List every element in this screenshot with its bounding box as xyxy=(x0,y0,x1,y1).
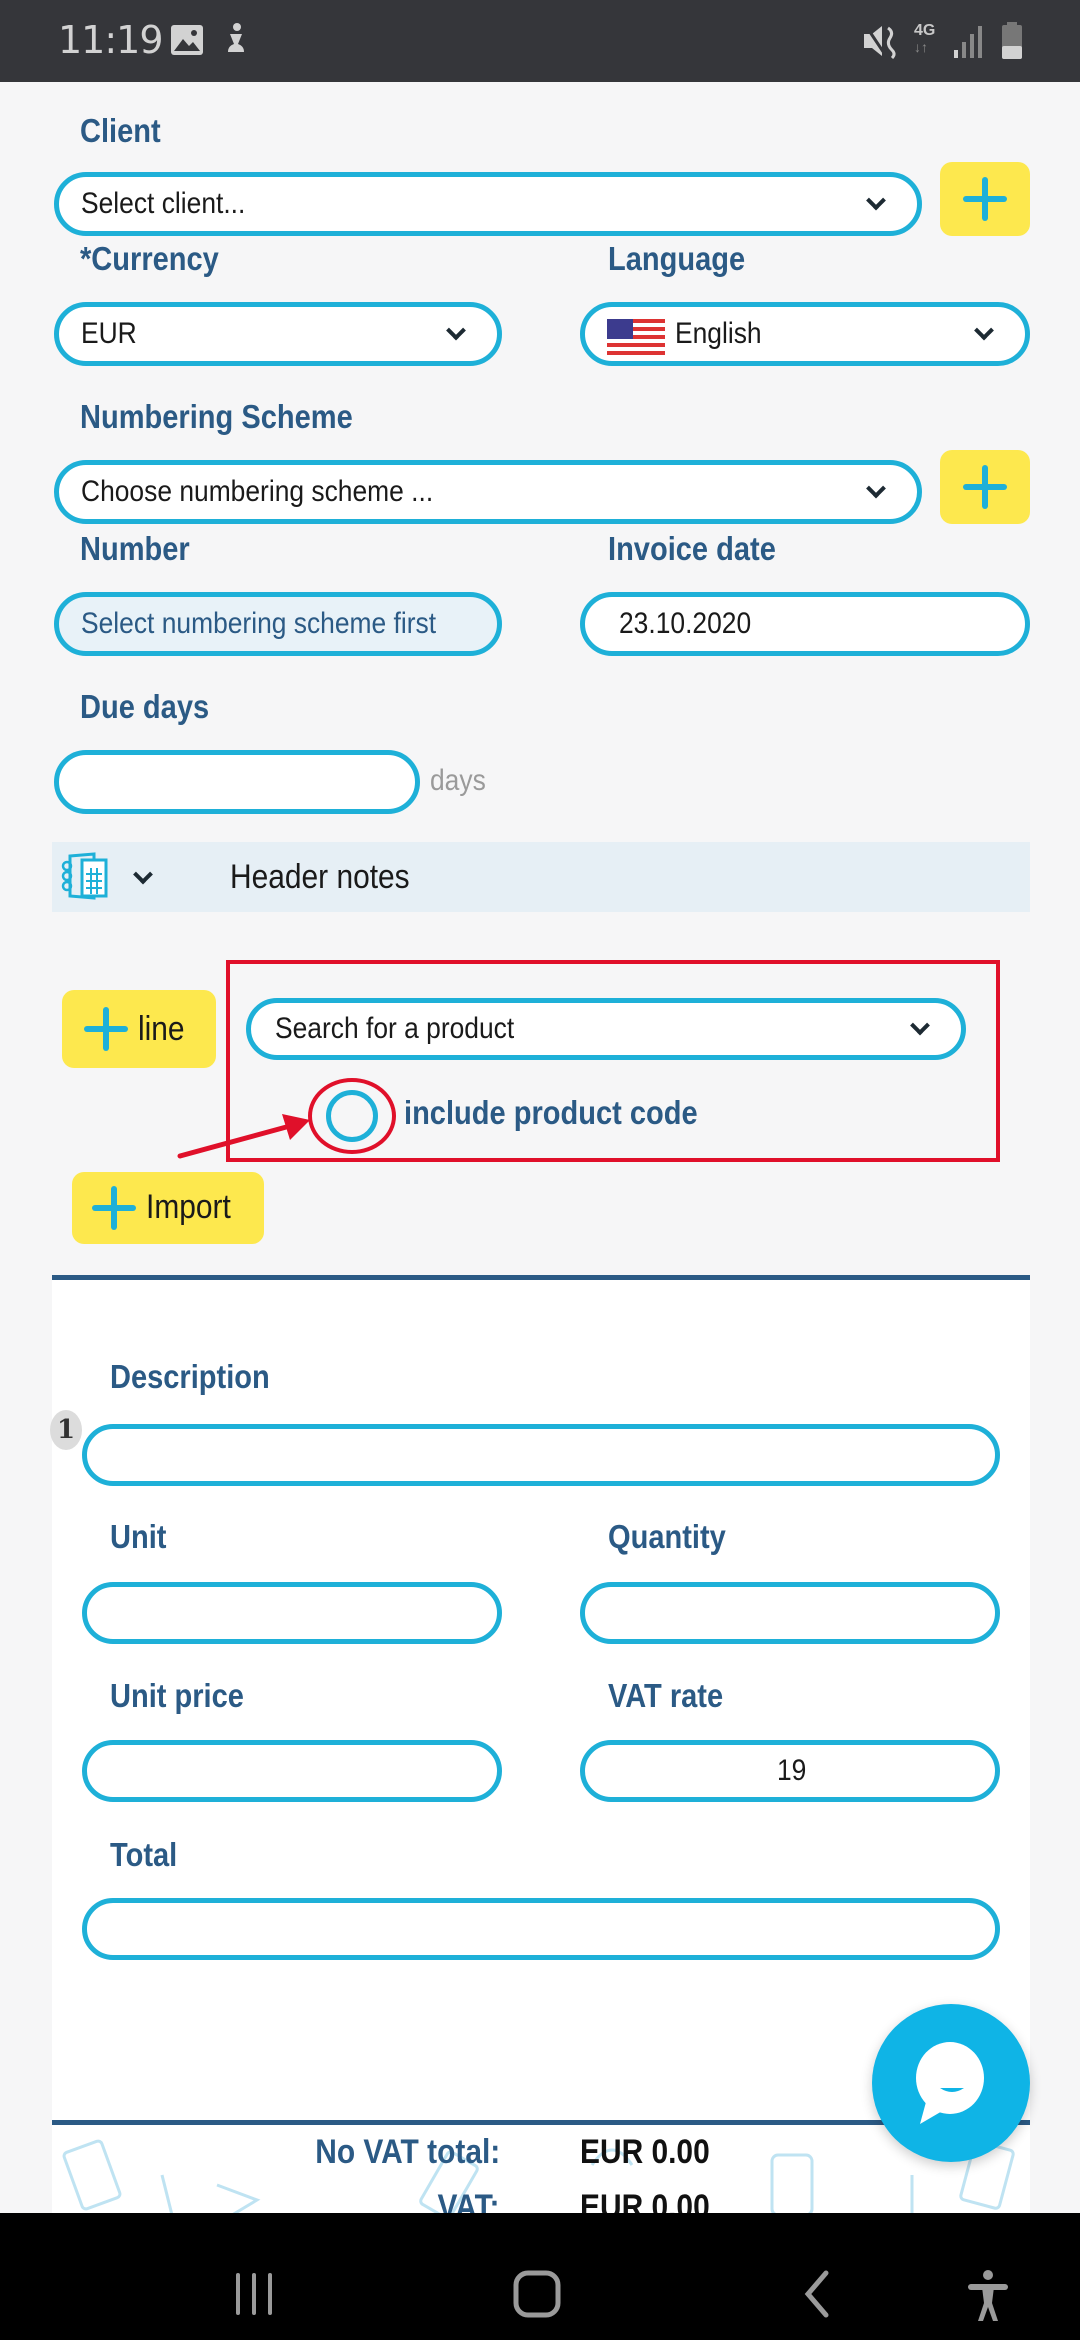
network-label: 4G xyxy=(914,22,936,39)
no-vat-total-value: EUR 0.00 xyxy=(580,2133,710,2171)
header-notes-label: Header notes xyxy=(230,858,410,896)
numbering-scheme-value: Choose numbering scheme ... xyxy=(81,475,434,508)
import-label: Import xyxy=(146,1188,231,1226)
accessibility-icon[interactable] xyxy=(966,2269,1010,2323)
number-placeholder: Select numbering scheme first xyxy=(81,607,437,640)
vat-rate-value: 19 xyxy=(777,1754,807,1787)
unit-input[interactable] xyxy=(82,1582,502,1644)
annotation-circle xyxy=(308,1078,396,1154)
decorative-doodles xyxy=(62,2139,1015,2215)
home-icon[interactable] xyxy=(512,2269,562,2319)
chevron-down-icon xyxy=(866,478,886,499)
quantity-input[interactable] xyxy=(580,1582,1000,1644)
divider xyxy=(52,1275,1030,1280)
recent-apps-icon[interactable] xyxy=(232,2271,278,2317)
total-label: Total xyxy=(110,1836,178,1873)
chat-button[interactable] xyxy=(872,2004,1030,2162)
chevron-down-icon xyxy=(446,320,466,341)
due-days-label: Due days xyxy=(80,688,210,725)
currency-select-value: EUR xyxy=(81,317,137,350)
language-select-value: English xyxy=(675,317,762,350)
no-vat-total-label: No VAT total: xyxy=(314,2133,500,2171)
due-days-suffix: days xyxy=(430,764,486,797)
add-line-button[interactable]: line xyxy=(62,990,216,1068)
invoice-date-input[interactable]: 23.10.2020 xyxy=(580,592,1030,656)
client-select[interactable]: Select client... xyxy=(54,172,922,236)
battery-icon xyxy=(1002,22,1022,59)
us-flag-icon xyxy=(607,319,665,355)
annotation-arrow-icon xyxy=(177,1114,310,1159)
line-index-badge: 1 xyxy=(50,1410,82,1450)
unit-label: Unit xyxy=(110,1518,167,1555)
back-icon[interactable] xyxy=(802,2269,832,2319)
currency-label-text: Currency xyxy=(91,240,219,277)
due-days-input[interactable] xyxy=(54,750,420,814)
import-button[interactable]: Import xyxy=(72,1172,264,1244)
language-select[interactable]: English xyxy=(580,302,1030,366)
vat-rate-label: VAT rate xyxy=(608,1677,724,1714)
add-line-label: line xyxy=(138,1010,185,1048)
vat-rate-input[interactable]: 19 xyxy=(580,1740,1000,1802)
numbering-scheme-label: Numbering Scheme xyxy=(80,398,353,435)
unit-price-label: Unit price xyxy=(110,1677,244,1714)
number-input[interactable]: Select numbering scheme first xyxy=(54,592,502,656)
notebook-icon xyxy=(61,852,108,900)
number-label: Number xyxy=(80,530,190,567)
description-input[interactable] xyxy=(82,1424,1000,1486)
numbering-scheme-select[interactable]: Choose numbering scheme ... xyxy=(54,460,922,524)
navigation-bar xyxy=(0,2213,1080,2340)
currency-select[interactable]: EUR xyxy=(54,302,502,366)
chevron-down-icon xyxy=(866,190,886,211)
signal-icon xyxy=(954,26,982,58)
plus-icon xyxy=(92,1186,136,1230)
add-client-button[interactable] xyxy=(940,162,1030,236)
gallery-icon xyxy=(171,25,203,55)
plus-icon xyxy=(963,465,1007,509)
quantity-label: Quantity xyxy=(608,1518,726,1555)
network-4g-icon: 4G ↓↑ xyxy=(914,22,936,55)
required-mark: * xyxy=(80,240,92,277)
total-input[interactable] xyxy=(82,1898,1000,1960)
accessibility-notification-icon xyxy=(228,23,244,52)
header-notes-toggle[interactable]: Header notes xyxy=(52,842,1030,912)
vibrate-mute-icon xyxy=(864,25,896,60)
language-label: Language xyxy=(608,240,746,277)
status-time: 11:19 xyxy=(58,18,164,62)
unit-price-input[interactable] xyxy=(82,1740,502,1802)
currency-label: *Currency xyxy=(80,240,219,278)
chevron-down-icon xyxy=(974,320,994,341)
invoice-date-value: 23.10.2020 xyxy=(619,607,752,640)
client-label: Client xyxy=(80,112,161,149)
plus-icon xyxy=(963,177,1007,221)
plus-icon xyxy=(84,1007,128,1051)
add-numbering-scheme-button[interactable] xyxy=(940,450,1030,524)
chevron-down-icon xyxy=(133,864,153,885)
client-select-value: Select client... xyxy=(81,187,246,220)
chat-bubble-icon xyxy=(916,2042,984,2124)
invoice-date-label: Invoice date xyxy=(608,530,776,567)
status-bar: 11:19 4G ↓↑ xyxy=(0,0,1080,82)
description-label: Description xyxy=(110,1358,270,1395)
